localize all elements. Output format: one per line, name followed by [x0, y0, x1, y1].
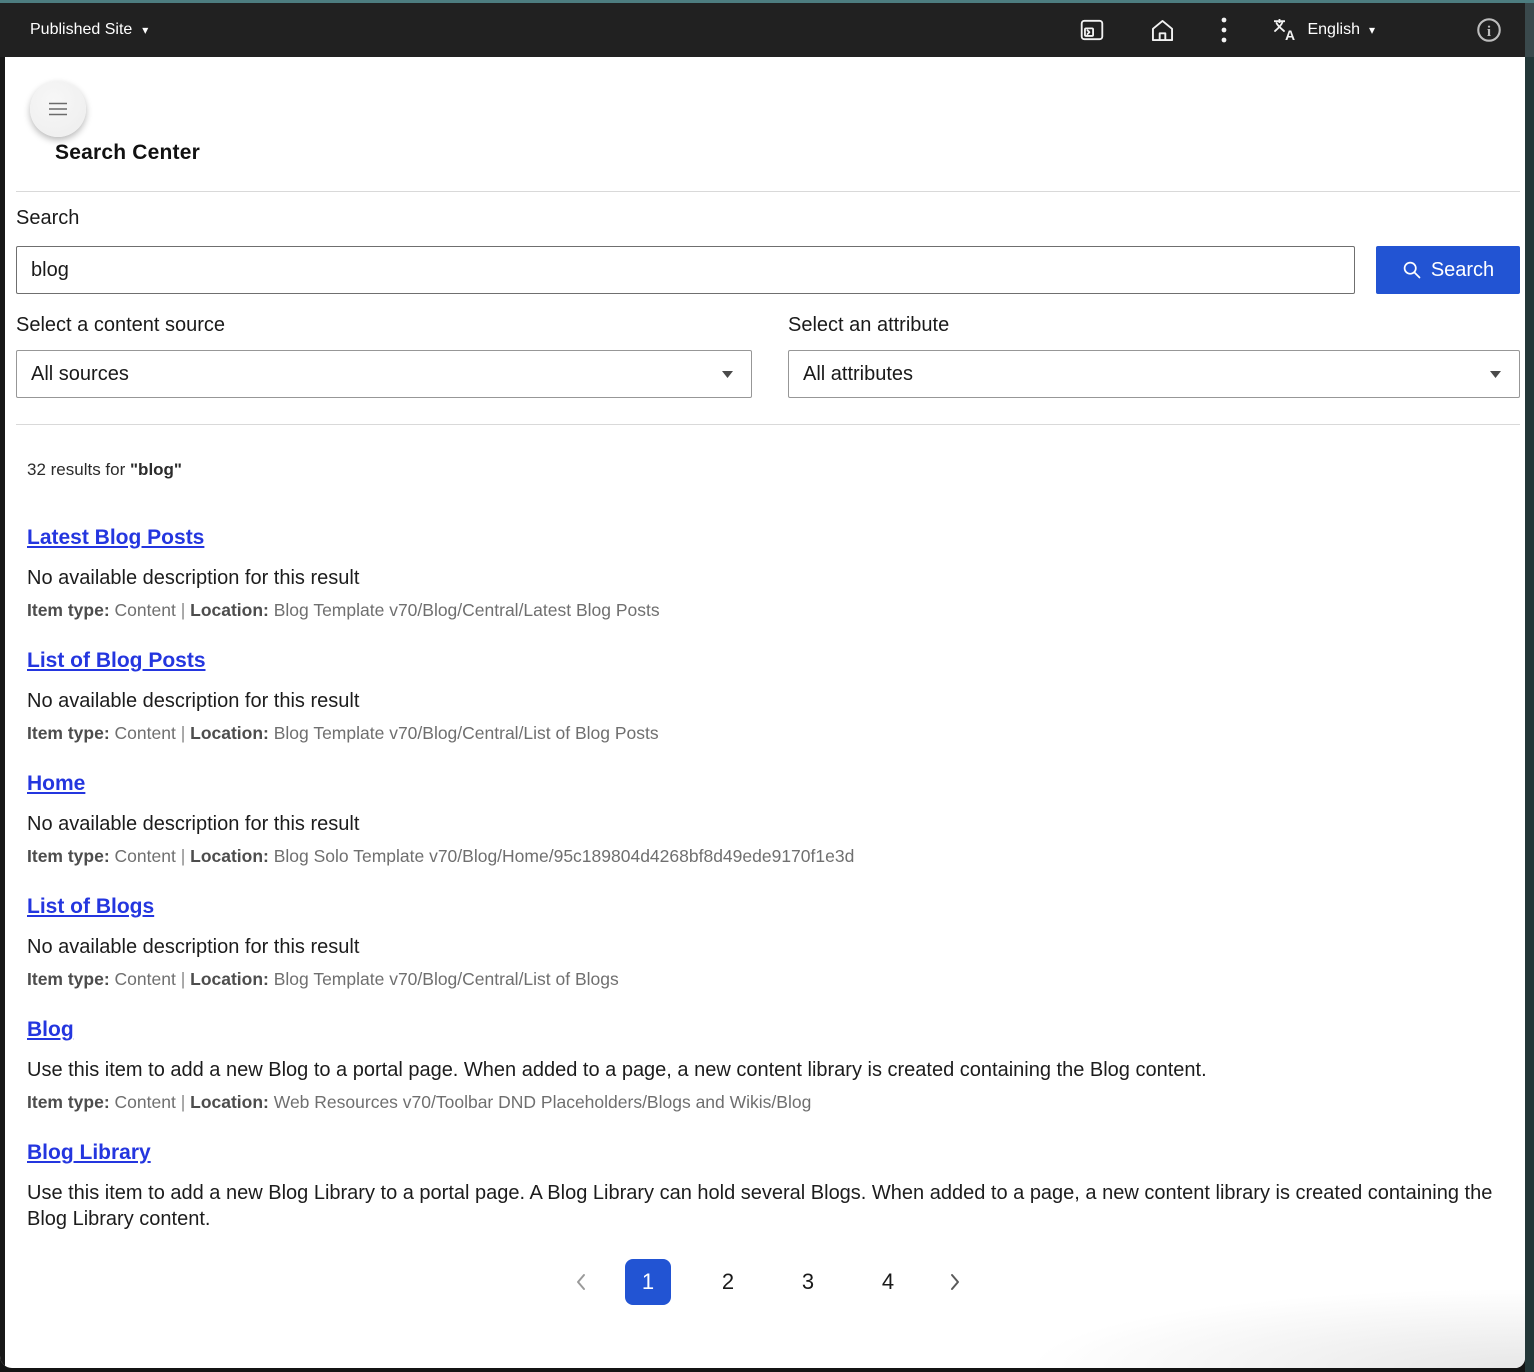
result-description: No available description for this result	[27, 934, 1520, 960]
divider	[16, 191, 1520, 192]
filters-row: Select a content source All sources Sele…	[16, 312, 1520, 398]
results-query: "blog"	[130, 460, 182, 479]
result-link[interactable]: List of Blog Posts	[27, 648, 206, 674]
pagination: 1 2 3 4	[16, 1259, 1520, 1305]
page-title: Search Center	[55, 141, 1520, 165]
chevron-down-icon	[1490, 371, 1501, 378]
hamburger-icon	[48, 102, 68, 116]
result-link[interactable]: Home	[27, 771, 85, 797]
site-mode-selector[interactable]: Published Site ▾	[30, 21, 148, 39]
chevron-down-icon: ▾	[142, 24, 148, 36]
search-result: Blog Use this item to add a new Blog to …	[27, 1017, 1520, 1113]
result-description: Use this item to add a new Blog to a por…	[27, 1057, 1520, 1083]
result-meta: Item type: Content | Location: Blog Temp…	[27, 722, 1520, 744]
search-label: Search	[16, 204, 1520, 232]
search-result: Blog Library Use this item to add a new …	[27, 1140, 1520, 1232]
page-button-2[interactable]: 2	[705, 1259, 751, 1305]
more-options-icon[interactable]	[1220, 16, 1228, 44]
language-label: English	[1307, 21, 1359, 39]
result-link[interactable]: List of Blogs	[27, 894, 154, 920]
attribute-select[interactable]: All attributes	[788, 350, 1520, 398]
result-description: No available description for this result	[27, 811, 1520, 837]
info-icon[interactable]: i	[1475, 16, 1503, 44]
window-scrollbar-track[interactable]	[1525, 3, 1534, 1372]
search-button-label: Search	[1431, 259, 1494, 282]
result-meta: Item type: Content | Location: Blog Temp…	[27, 599, 1520, 621]
chevron-right-icon	[949, 1272, 961, 1292]
svg-text:i: i	[1487, 23, 1491, 40]
language-selector[interactable]: A English ▾	[1272, 18, 1375, 42]
result-link[interactable]: Blog	[27, 1017, 74, 1043]
content-source-value: All sources	[31, 363, 129, 386]
result-description: Use this item to add a new Blog Library …	[27, 1180, 1520, 1232]
page-button-4[interactable]: 4	[865, 1259, 911, 1305]
attribute-value: All attributes	[803, 363, 913, 386]
page-button-3[interactable]: 3	[785, 1259, 831, 1305]
search-result: List of Blog Posts No available descript…	[27, 648, 1520, 744]
divider	[16, 424, 1520, 425]
svg-text:A: A	[1285, 27, 1295, 42]
result-meta: Item type: Content | Location: Blog Temp…	[27, 968, 1520, 990]
chevron-down-icon: ▾	[1369, 24, 1375, 36]
chevron-left-icon	[575, 1272, 587, 1292]
result-link[interactable]: Latest Blog Posts	[27, 525, 204, 551]
result-description: No available description for this result	[27, 565, 1520, 591]
site-mode-label: Published Site	[30, 21, 132, 39]
search-result: List of Blogs No available description f…	[27, 894, 1520, 990]
search-icon	[1402, 260, 1422, 280]
result-link[interactable]: Blog Library	[27, 1140, 151, 1166]
search-row: Search	[16, 246, 1520, 294]
translate-icon: A	[1272, 18, 1298, 42]
page-button-1[interactable]: 1	[625, 1259, 671, 1305]
result-description: No available description for this result	[27, 688, 1520, 714]
content-source-label: Select a content source	[16, 312, 752, 338]
topbar-actions: A English ▾ i	[1079, 16, 1525, 44]
chevron-down-icon	[722, 371, 733, 378]
attribute-label: Select an attribute	[788, 312, 1520, 338]
topbar: Published Site ▾	[0, 3, 1525, 57]
main-content: Search Center Search Search Select a con…	[5, 81, 1525, 1305]
window-left-edge	[0, 57, 5, 1368]
content-source-select[interactable]: All sources	[16, 350, 752, 398]
result-meta: Item type: Content | Location: Web Resou…	[27, 1091, 1520, 1113]
page-card: Published Site ▾	[0, 3, 1525, 1368]
results-list: Latest Blog Posts No available descripti…	[16, 525, 1520, 1232]
search-input[interactable]	[16, 246, 1355, 294]
search-result: Home No available description for this r…	[27, 771, 1520, 867]
open-panel-icon[interactable]	[1079, 17, 1105, 43]
results-count: 32 results for "blog"	[16, 459, 1520, 481]
menu-toggle-button[interactable]	[30, 81, 86, 137]
search-button[interactable]: Search	[1376, 246, 1520, 294]
next-page-button[interactable]	[945, 1272, 965, 1292]
search-result: Latest Blog Posts No available descripti…	[27, 525, 1520, 621]
home-icon[interactable]	[1149, 17, 1176, 44]
window-top-edge	[0, 0, 1534, 3]
previous-page-button[interactable]	[571, 1272, 591, 1292]
result-meta: Item type: Content | Location: Blog Solo…	[27, 845, 1520, 867]
